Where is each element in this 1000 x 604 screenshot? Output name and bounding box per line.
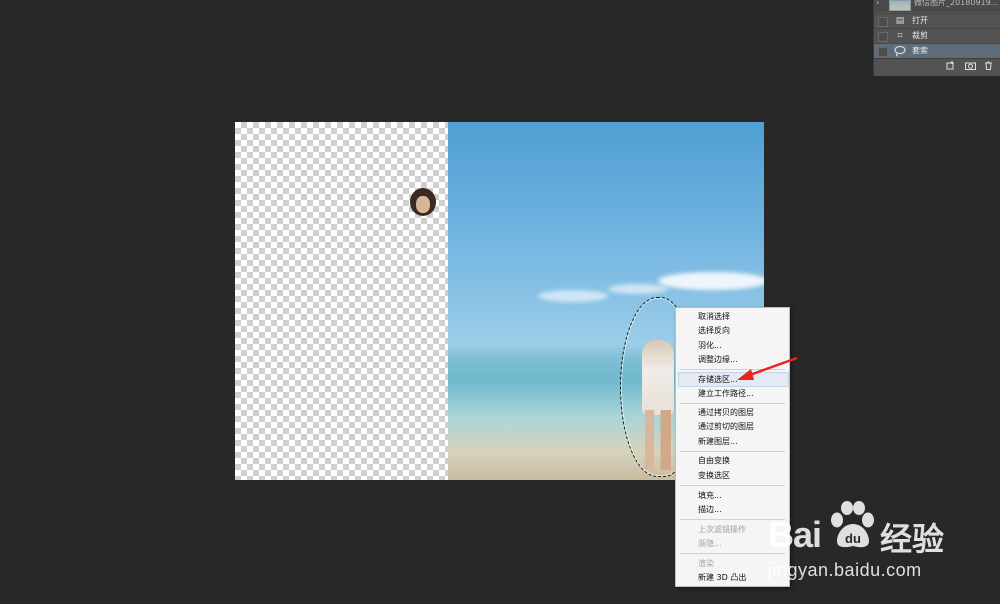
- camera-icon[interactable]: [965, 61, 976, 73]
- menu-separator: [680, 485, 785, 486]
- chevron-right-icon: ›: [876, 0, 880, 7]
- document-icon: ▤: [895, 16, 905, 26]
- history-source-checkbox[interactable]: [878, 47, 888, 57]
- menu-item-layer-via-copy[interactable]: 通过拷贝的图层: [698, 407, 754, 418]
- history-panel: › 微信图片_20180919... ▤ 打开 ⌗ 裁剪 套索: [873, 0, 1000, 76]
- history-item-open[interactable]: ▤ 打开: [874, 13, 1000, 28]
- menu-item-last-filter: 上次滤镜操作: [698, 525, 746, 534]
- menu-item-render: 渲染: [698, 559, 714, 568]
- menu-item-layer-via-cut[interactable]: 通过剪切的图层: [698, 421, 754, 432]
- girl-face: [416, 196, 430, 213]
- menu-item-fade: 渐隐...: [698, 539, 722, 548]
- cloud: [538, 290, 608, 302]
- cloud: [608, 284, 668, 294]
- history-item-label: 裁剪: [912, 31, 928, 40]
- history-snapshot[interactable]: › 微信图片_20180919...: [874, 0, 1000, 12]
- history-source-checkbox[interactable]: [878, 17, 888, 27]
- trash-icon[interactable]: [984, 61, 993, 73]
- menu-item-transform-selection[interactable]: 变换选区: [698, 470, 730, 481]
- new-document-from-state-icon[interactable]: [946, 61, 956, 73]
- watermark-url: jingyan.baidu.com: [768, 560, 922, 580]
- menu-item-new-3d-extrusion[interactable]: 新建 3D 凸出: [698, 572, 746, 583]
- lasso-icon: [894, 45, 906, 57]
- menu-item-free-transform[interactable]: 自由变换: [698, 455, 730, 466]
- baidu-jingyan-watermark: Bai du 经验 jingyan.baidu.com: [765, 492, 965, 592]
- svg-text:du: du: [845, 531, 861, 546]
- menu-item-refine-edge[interactable]: 调整边缘...: [698, 354, 738, 365]
- watermark-bai: Bai: [768, 514, 822, 555]
- menu-item-fill[interactable]: 填充...: [698, 490, 722, 501]
- menu-item-make-work-path[interactable]: 建立工作路径...: [698, 388, 754, 399]
- menu-item-deselect[interactable]: 取消选择: [698, 311, 730, 322]
- crop-icon: ⌗: [897, 31, 903, 41]
- history-item-crop[interactable]: ⌗ 裁剪: [874, 28, 1000, 43]
- history-item-label: 套索: [912, 46, 928, 55]
- snapshot-label: 微信图片_20180919...: [914, 0, 999, 7]
- history-footer: [874, 58, 1000, 77]
- baidu-paw-icon: du: [831, 501, 874, 548]
- cloud: [658, 272, 764, 290]
- menu-item-save-selection[interactable]: 存储选区...: [698, 374, 738, 385]
- history-item-label: 打开: [912, 16, 928, 25]
- history-item-lasso[interactable]: 套索: [874, 43, 1000, 58]
- menu-separator: [680, 451, 785, 452]
- menu-separator: [680, 403, 785, 404]
- menu-item-feather[interactable]: 羽化...: [698, 340, 722, 351]
- annotation-arrow-icon: [737, 356, 798, 380]
- history-source-checkbox[interactable]: [878, 32, 888, 42]
- menu-item-stroke[interactable]: 描边...: [698, 504, 722, 515]
- menu-item-select-inverse[interactable]: 选择反向: [698, 325, 730, 336]
- menu-item-new-layer[interactable]: 新建图层...: [698, 436, 738, 447]
- snapshot-thumbnail: [889, 0, 911, 11]
- transparent-area: [235, 122, 448, 480]
- watermark-jingyan: 经验: [880, 520, 945, 558]
